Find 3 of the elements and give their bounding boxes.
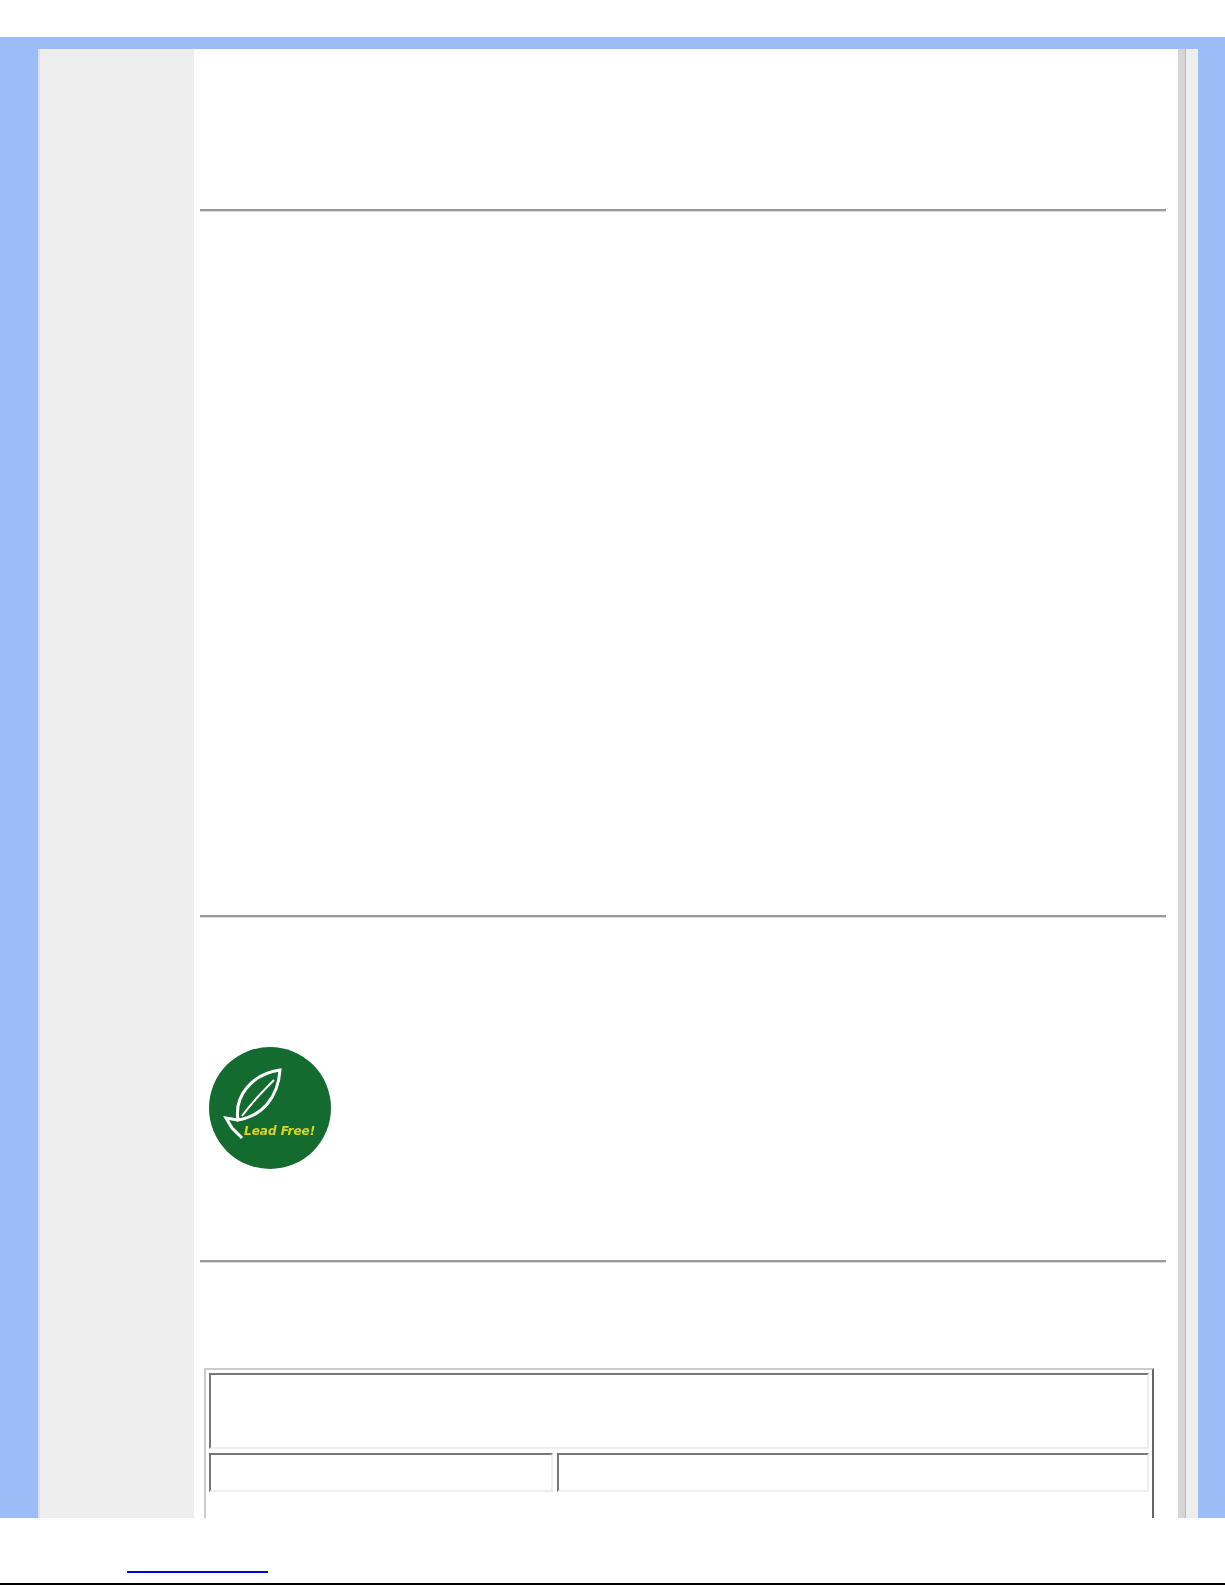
lead-free-logo: Lead Free! [208,1046,332,1170]
link[interactable] [127,1571,268,1573]
scrollbar-thumb[interactable] [1186,49,1198,1518]
